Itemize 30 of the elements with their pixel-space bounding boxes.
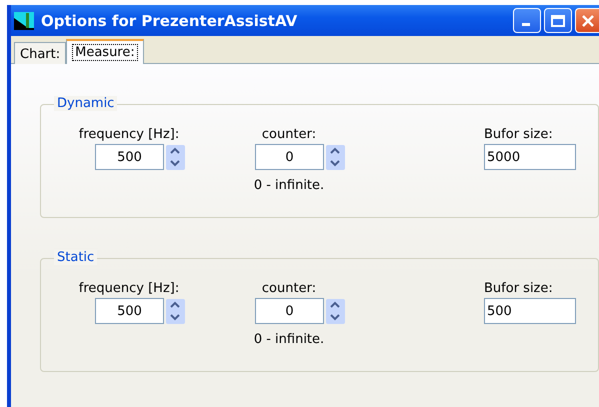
field-label: frequency [Hz]: — [78, 127, 180, 142]
tab[interactable]: Measure: — [66, 39, 144, 64]
minimize-icon — [522, 23, 530, 26]
spinner-buttons[interactable] — [326, 298, 345, 324]
maximize-icon — [551, 14, 565, 26]
app-icon — [14, 12, 34, 30]
field-label: Bufor size: — [484, 127, 553, 142]
number-field[interactable]: 0 — [255, 298, 324, 324]
field-label: counter: — [262, 281, 316, 296]
spinner-buttons[interactable] — [166, 298, 185, 324]
maximize-button[interactable] — [544, 8, 572, 33]
window-title: Options for PrezenterAssistAV — [41, 12, 298, 30]
minimize-button[interactable] — [513, 8, 541, 33]
text-field[interactable]: 500 — [484, 298, 576, 324]
close-button[interactable] — [575, 8, 599, 33]
field-label: frequency [Hz]: — [78, 281, 180, 296]
close-icon — [580, 14, 594, 28]
tab[interactable]: Chart: — [14, 42, 66, 64]
group-title: Static — [54, 250, 98, 265]
number-field[interactable]: 500 — [95, 298, 164, 324]
hint-text: 0 - infinite. — [254, 332, 324, 347]
field-label: counter: — [262, 127, 316, 142]
field-label: Bufor size: — [484, 281, 553, 296]
spinner-buttons[interactable] — [166, 144, 185, 170]
hint-text: 0 - infinite. — [254, 178, 324, 193]
number-field[interactable]: 0 — [255, 144, 324, 170]
text-field[interactable]: 5000 — [484, 144, 576, 170]
spinner-buttons[interactable] — [326, 144, 345, 170]
group-title: Dynamic — [54, 96, 118, 111]
number-field[interactable]: 500 — [95, 144, 164, 170]
